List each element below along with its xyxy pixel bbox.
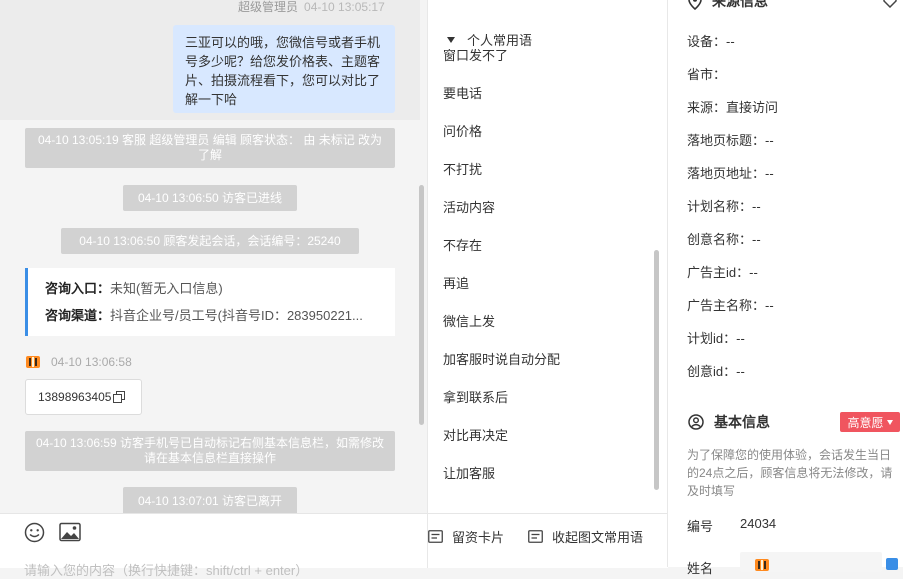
image-icon[interactable] [59, 522, 81, 542]
consult-info-card: 咨询入口：未知(暂无入口信息) 咨询渠道：抖音企业号/员工号(抖音号ID：283… [25, 268, 395, 336]
edit-notice: 为了保障您的使用体验，会话发生当日的24点之后，顾客信息将无法修改，请及时填写 [687, 448, 893, 498]
phrase-item[interactable]: 要电话 [443, 83, 482, 102]
message-sender: 超级管理员 04-10 13:05:17 [238, 0, 385, 15]
source-field-region: 省市： [687, 67, 727, 82]
phrase-item[interactable]: 不打扰 [443, 159, 482, 178]
system-message: 04-10 13:05:19 客服 超级管理员 编辑 顾客状态： 由 未标记 改… [25, 128, 395, 168]
visitor-message-time: 04-10 13:06:58 [51, 355, 132, 369]
card-icon [428, 530, 443, 543]
source-field-landing-url: 落地页地址：-- [687, 166, 774, 181]
source-field-advertiser-id: 广告主id：-- [687, 265, 758, 280]
phrase-item[interactable]: 活动内容 [443, 197, 495, 216]
caret-down-icon [886, 419, 893, 425]
phrase-list-icon [528, 530, 543, 543]
collapse-phrases-button[interactable]: 收起图文常用语 [528, 527, 643, 546]
chat-scrollbar[interactable] [419, 185, 424, 425]
phrase-item[interactable]: 不存在 [443, 235, 482, 254]
agent-message-block: 超级管理员 04-10 13:05:17 三亚可以的哦，您微信号或者手机号多少呢？… [0, 0, 420, 120]
agent-message-bubble: 三亚可以的哦，您微信号或者手机号多少呢？给您发价格表、主题客片、拍摄流程看下，您… [173, 25, 395, 113]
visitor-message-header: 04-10 13:06:58 [25, 354, 132, 370]
collapse-triangle-icon [447, 36, 455, 43]
collapse-phrases-label: 收起图文常用语 [552, 530, 644, 545]
phrase-item[interactable]: 微信上发 [443, 311, 495, 330]
leave-card-label: 留资卡片 [452, 530, 505, 545]
message-input[interactable]: 请输入您的内容（换行快捷键：shift/ctrl + enter） [24, 560, 308, 579]
id-value: 24034 [740, 516, 777, 531]
entry-value: 未知(暂无入口信息) [110, 281, 223, 296]
system-message: 04-10 13:06:50 访客已进线 [123, 185, 297, 211]
sender-name: 超级管理员 [238, 0, 299, 14]
source-field-landing-title: 落地页标题：-- [687, 133, 774, 148]
basic-info-header: 基本信息 [688, 412, 770, 432]
phrase-group-header[interactable]: 个人常用语 [447, 30, 539, 49]
basic-info-title: 基本信息 [714, 414, 770, 430]
system-message: 04-10 13:07:01 访客已离开 [123, 487, 297, 513]
intent-badge-label: 高意愿 [847, 415, 884, 430]
phrase-item[interactable]: 拿到联系后 [443, 387, 508, 406]
source-field-creative-id: 创意id：-- [687, 364, 745, 379]
chat-panel: 超级管理员 04-10 13:05:17 三亚可以的哦，您微信号或者手机号多少呢？… [0, 0, 427, 513]
phrase-group-title: 个人常用语 [467, 33, 533, 48]
source-field-advertiser-name: 广告主名称：-- [687, 298, 774, 313]
copy-icon[interactable] [113, 391, 126, 403]
source-info-title: 来源信息 [712, 0, 768, 9]
id-label: 编号 [687, 519, 714, 534]
user-circle-icon [688, 414, 704, 430]
channel-value: 抖音企业号/员工号(抖音号ID：283950221... [110, 308, 363, 323]
source-field-creative-name: 创意名称：-- [687, 232, 761, 247]
location-pin-icon [688, 0, 702, 10]
phone-number: 13898963405 [38, 390, 112, 404]
edit-name-icon[interactable] [886, 558, 898, 570]
leave-card-button[interactable]: 留资卡片 [428, 527, 504, 546]
phrase-item[interactable]: 问价格 [443, 121, 482, 140]
phone-message-card[interactable]: 13898963405 [25, 379, 142, 415]
source-field-source: 来源：直接访问 [687, 100, 779, 115]
phrase-item[interactable]: 加客服时说自动分配 [443, 349, 560, 368]
system-message: 04-10 13:06:50 顾客发起会话，会话编号：25240 [61, 228, 359, 254]
source-info-header: 来源信息 [688, 0, 768, 11]
source-field-plan-name: 计划名称：-- [687, 199, 761, 214]
phrase-scrollbar[interactable] [654, 250, 659, 490]
phrase-item[interactable]: 再追 [443, 273, 469, 292]
source-field-device: 设备：-- [687, 34, 735, 49]
source-field-plan-id: 计划id：-- [687, 331, 745, 346]
visitor-avatar-icon [26, 356, 40, 368]
entry-label: 咨询入口： [45, 281, 111, 296]
system-message: 04-10 13:06:59 访客手机号已自动标记右侧基本信息栏，如需修改请在基… [25, 431, 395, 471]
visitor-avatar-icon [755, 559, 769, 571]
name-label: 姓名 [687, 561, 714, 576]
message-time: 04-10 13:05:17 [304, 0, 385, 14]
phrase-item[interactable]: 对比再决定 [443, 425, 508, 444]
channel-label: 咨询渠道： [45, 308, 111, 323]
emoji-icon[interactable] [24, 522, 45, 543]
intent-badge-dropdown[interactable]: 高意愿 [840, 412, 900, 432]
phrase-item[interactable]: 让加客服 [443, 463, 495, 482]
edit-shield-icon[interactable] [881, 0, 899, 8]
